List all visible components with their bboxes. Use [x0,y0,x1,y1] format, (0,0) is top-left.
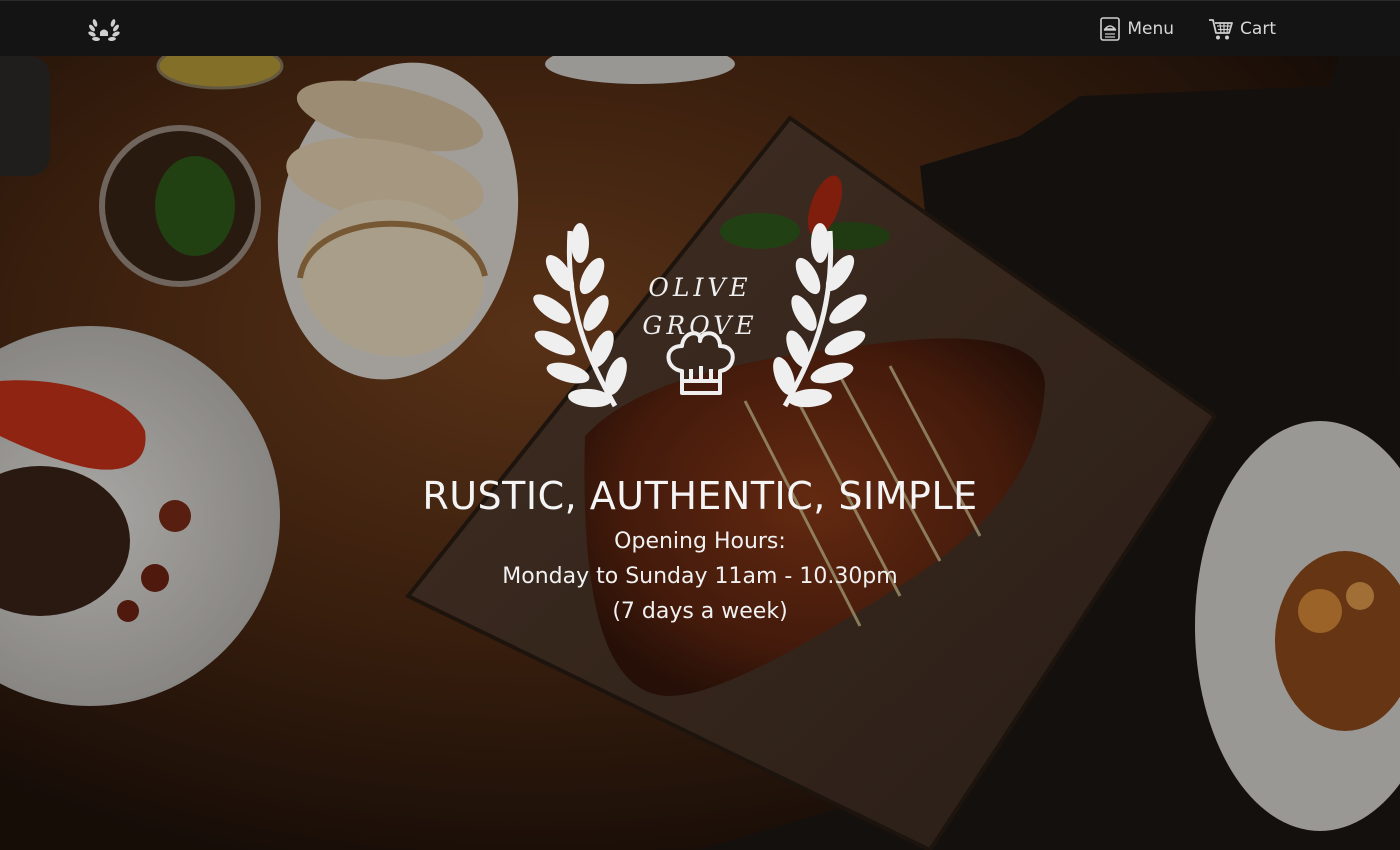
logo-text-line1: OLIVE [648,273,752,302]
shopping-cart-icon [1208,17,1234,41]
cart-link[interactable]: Cart [1208,17,1276,41]
top-navbar: Menu Cart [0,0,1400,56]
chef-hat-icon [666,331,735,395]
menu-label: Menu [1127,19,1175,39]
menu-link[interactable]: Menu [1099,17,1174,41]
menu-book-icon [1099,17,1121,41]
opening-hours-days: Monday to Sunday 11am - 10.30pm [502,564,898,589]
cart-label: Cart [1240,19,1276,39]
dark-overlay [0,56,1400,850]
laurel-wreath-icon[interactable] [86,15,122,45]
hero-headline: RUSTIC, AUTHENTIC, SIMPLE [422,474,978,518]
hero-section: OLIVE GROVE RUSTIC, AUTHENTIC, SIMPLE Op… [0,56,1400,850]
nav-links: Menu Cart [1099,1,1276,57]
brand-logo: OLIVE GROVE [520,221,880,421]
logo-text-line2: GROVE [642,311,758,340]
opening-hours-label: Opening Hours: [614,529,786,554]
opening-hours-note: (7 days a week) [612,599,788,624]
